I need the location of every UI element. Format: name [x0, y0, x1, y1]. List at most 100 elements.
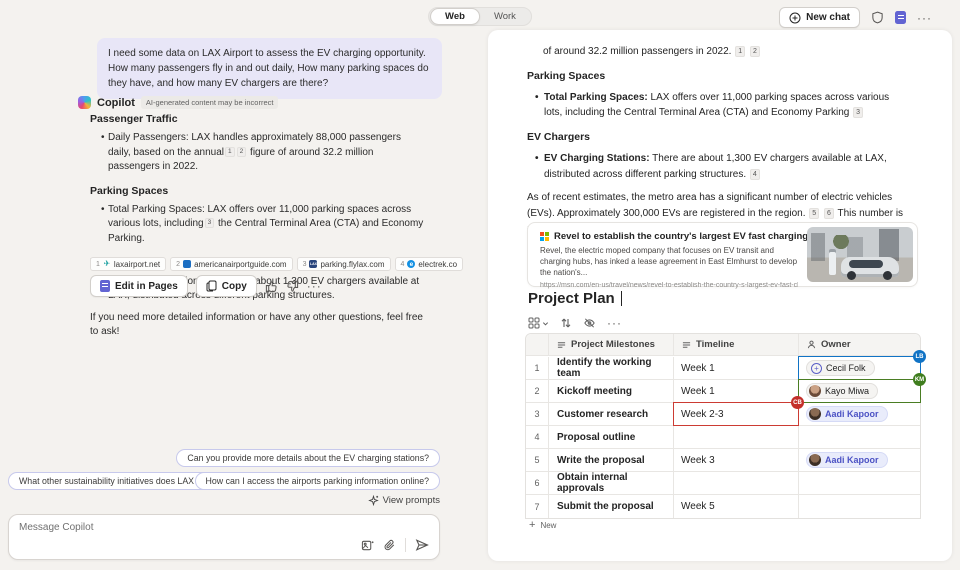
cell-milestone[interactable]: Obtain internal approvals: [549, 472, 674, 495]
cell-milestone[interactable]: Identify the working team: [549, 357, 674, 380]
more-options-icon[interactable]: ···: [917, 11, 932, 25]
cell-owner[interactable]: Kayo Miwa KM: [799, 380, 920, 403]
citation-chip[interactable]: 1 ✈ laxairport.net: [90, 257, 166, 271]
suggested-prompt[interactable]: Can you provide more details about the E…: [176, 449, 440, 467]
page-title[interactable]: Project Plan: [528, 290, 622, 307]
copilot-logo-icon: [78, 96, 91, 109]
project-plan-table[interactable]: Project Milestones Timeline Owner 1 Iden…: [525, 333, 921, 519]
owner-pill-kayo[interactable]: Kayo Miwa: [806, 383, 878, 399]
cell-timeline[interactable]: [674, 472, 799, 495]
row-number[interactable]: 7: [526, 495, 549, 518]
shield-icon[interactable]: [871, 11, 884, 24]
owner-pill-aadi[interactable]: Aadi Kapoor: [806, 406, 888, 422]
copilot-response: Passenger Traffic Daily Passengers: LAX …: [90, 112, 424, 340]
cell-milestone[interactable]: Customer research: [549, 403, 674, 426]
section-heading-parking: Parking Spaces: [90, 184, 424, 199]
edit-in-pages-button[interactable]: Edit in Pages: [90, 275, 188, 297]
text-cursor: [621, 291, 622, 306]
owner-pill-aadi[interactable]: Aadi Kapoor: [806, 452, 888, 468]
card-title: Revel to establish the country's largest…: [540, 231, 798, 242]
add-image-icon[interactable]: [361, 539, 374, 552]
collaborator-badge-cb: CB: [791, 396, 804, 409]
row-number[interactable]: 4: [526, 426, 549, 449]
column-header-milestones[interactable]: Project Milestones: [549, 334, 674, 356]
row-number-header: [526, 334, 549, 356]
composer-divider: [405, 538, 406, 552]
pages-panel: of around 32.2 million passengers in 202…: [488, 30, 952, 561]
cell-milestone[interactable]: Submit the proposal: [549, 495, 674, 518]
row-number[interactable]: 6: [526, 472, 549, 495]
citation-marker[interactable]: 2: [750, 46, 760, 57]
table-toolbar: ···: [528, 316, 622, 330]
citation-chip[interactable]: 4 e electrek.co: [395, 257, 464, 271]
citation-marker[interactable]: 4: [750, 169, 760, 180]
citation-marker[interactable]: 1: [735, 46, 745, 57]
citation-marker[interactable]: 1: [225, 147, 235, 157]
cell-timeline[interactable]: Week 5: [674, 495, 799, 518]
view-prompts-link[interactable]: View prompts: [368, 495, 440, 506]
attach-icon[interactable]: [383, 539, 396, 552]
copy-icon: [206, 280, 217, 292]
citation-marker[interactable]: 5: [809, 208, 819, 219]
cell-owner[interactable]: + Cecil Folk LB: [799, 357, 920, 380]
toggle-work[interactable]: Work: [480, 9, 530, 24]
laxairport-favicon-icon: ✈: [103, 260, 111, 268]
doc-bullet-ev: EV Charging Stations: There are about 1,…: [535, 151, 909, 182]
cell-owner[interactable]: [799, 495, 920, 518]
plus-circle-icon: [789, 12, 801, 24]
copy-button[interactable]: Copy: [196, 275, 257, 297]
cell-owner[interactable]: Aadi Kapoor: [799, 403, 920, 426]
text-column-icon: [682, 341, 691, 349]
thumbs-up-icon[interactable]: [265, 280, 278, 293]
owner-pill-cecil[interactable]: + Cecil Folk: [806, 360, 875, 376]
row-number[interactable]: 3: [526, 403, 549, 426]
flylax-favicon-icon: LAX: [309, 260, 317, 268]
avatar-aadi: [809, 408, 821, 420]
chat-panel: I need some data on LAX Airport to asses…: [0, 30, 480, 570]
message-input[interactable]: [19, 522, 319, 542]
hide-eye-icon[interactable]: [583, 317, 596, 329]
citation-chip[interactable]: 3 LAX parking.flylax.com: [297, 257, 391, 271]
table-more-icon[interactable]: ···: [607, 316, 622, 330]
more-actions-icon[interactable]: ···: [307, 279, 322, 293]
toggle-web[interactable]: Web: [430, 8, 480, 25]
sort-icon[interactable]: [560, 317, 572, 329]
cell-timeline[interactable]: Week 3: [674, 449, 799, 472]
web-work-toggle[interactable]: Web Work: [428, 7, 532, 26]
notebook-icon[interactable]: [895, 11, 906, 24]
citation-marker[interactable]: 6: [824, 208, 834, 219]
row-number[interactable]: 5: [526, 449, 549, 472]
suggested-prompt[interactable]: How can I access the airports parking in…: [195, 472, 440, 490]
citation-marker[interactable]: 2: [237, 147, 247, 157]
add-row-button[interactable]: + New: [529, 519, 556, 531]
cell-timeline[interactable]: Week 1: [674, 357, 799, 380]
citation-marker[interactable]: 3: [205, 218, 215, 228]
cell-timeline[interactable]: [674, 426, 799, 449]
copilot-header: Copilot AI-generated content may be inco…: [78, 96, 278, 109]
column-header-owner[interactable]: Owner: [799, 334, 920, 356]
row-number[interactable]: 1: [526, 357, 549, 380]
cell-timeline[interactable]: Week 2-3 CB: [674, 403, 799, 426]
citation-chip[interactable]: 2 americanairportguide.com: [170, 257, 292, 271]
view-grid-icon[interactable]: [528, 317, 549, 329]
collaborator-badge-km: KM: [913, 373, 926, 386]
doc-heading-ev: EV Chargers: [527, 129, 909, 145]
cell-timeline[interactable]: Week 1: [674, 380, 799, 403]
new-chat-button[interactable]: New chat: [779, 7, 860, 28]
citation-marker[interactable]: 3: [853, 107, 863, 118]
cell-owner[interactable]: Aadi Kapoor: [799, 449, 920, 472]
send-icon[interactable]: [415, 538, 429, 552]
cell-milestone[interactable]: Write the proposal: [549, 449, 674, 472]
link-preview-card[interactable]: Revel to establish the country's largest…: [527, 222, 918, 287]
closing-line: If you need more detailed information or…: [90, 311, 424, 340]
column-header-timeline[interactable]: Timeline: [674, 334, 799, 356]
cell-owner[interactable]: [799, 472, 920, 495]
cell-milestone[interactable]: Kickoff meeting: [549, 380, 674, 403]
person-column-icon: [807, 340, 816, 349]
composer[interactable]: [8, 514, 440, 560]
cell-milestone[interactable]: Proposal outline: [549, 426, 674, 449]
cell-owner[interactable]: [799, 426, 920, 449]
thumbs-down-icon[interactable]: [286, 280, 299, 293]
row-number[interactable]: 2: [526, 380, 549, 403]
americanairportguide-favicon-icon: [183, 260, 191, 268]
